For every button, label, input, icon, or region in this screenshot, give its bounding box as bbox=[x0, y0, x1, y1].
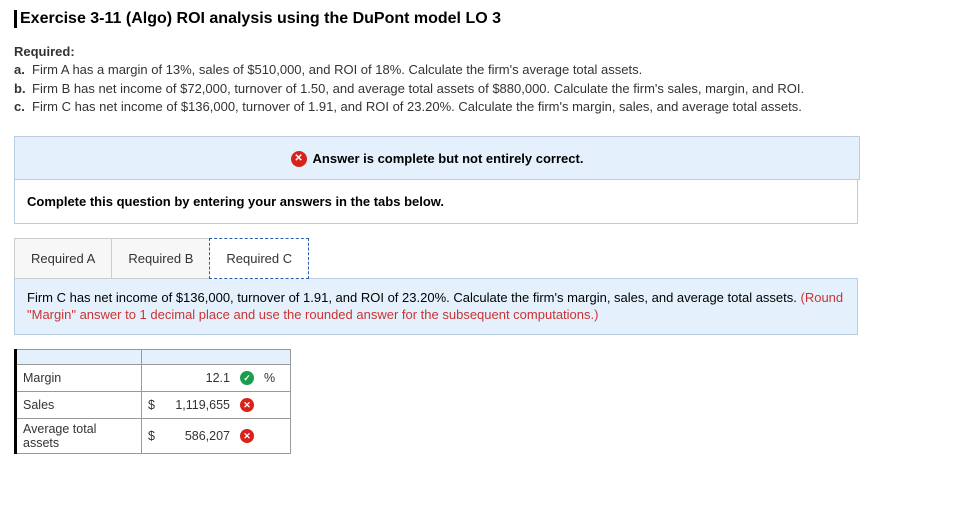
row-sales: Sales $1,119,655 ✕ bbox=[16, 391, 291, 418]
x-icon: ✕ bbox=[240, 398, 254, 412]
ata-label: Average total assets bbox=[16, 418, 142, 453]
margin-label: Margin bbox=[16, 364, 142, 391]
tab-required-b[interactable]: Required B bbox=[111, 238, 210, 279]
error-icon: ✕ bbox=[291, 151, 307, 167]
status-message: Answer is complete but not entirely corr… bbox=[313, 151, 584, 166]
x-icon: ✕ bbox=[240, 429, 254, 443]
requirement-a: a. Firm A has a margin of 13%, sales of … bbox=[14, 61, 955, 79]
requirement-text: Firm A has a margin of 13%, sales of $51… bbox=[32, 61, 955, 79]
exercise-title: Exercise 3-11 (Algo) ROI analysis using … bbox=[14, 10, 955, 28]
requirement-c: c. Firm C has net income of $136,000, tu… bbox=[14, 98, 955, 116]
requirement-text: Firm B has net income of $72,000, turnov… bbox=[32, 80, 955, 98]
tab-prompt-main: Firm C has net income of $136,000, turno… bbox=[27, 290, 801, 305]
table-header-row bbox=[16, 349, 291, 364]
requirements-list: a. Firm A has a margin of 13%, sales of … bbox=[14, 61, 955, 116]
check-icon: ✓ bbox=[240, 371, 254, 385]
requirement-b: b. Firm B has net income of $72,000, tur… bbox=[14, 80, 955, 98]
sales-label: Sales bbox=[16, 391, 142, 418]
requirement-text: Firm C has net income of $136,000, turno… bbox=[32, 98, 955, 116]
tab-required-c[interactable]: Required C bbox=[209, 238, 309, 279]
answer-table: Margin 12.1 ✓ % Sales $1,119,655 ✕ Avera… bbox=[14, 349, 291, 454]
tab-content-c: Firm C has net income of $136,000, turno… bbox=[14, 278, 858, 335]
requirement-letter: a. bbox=[14, 61, 32, 79]
requirement-letter: b. bbox=[14, 80, 32, 98]
margin-input[interactable]: 12.1 bbox=[142, 364, 237, 391]
requirement-letter: c. bbox=[14, 98, 32, 116]
row-average-total-assets: Average total assets $586,207 ✕ bbox=[16, 418, 291, 453]
sales-input[interactable]: $1,119,655 bbox=[142, 391, 237, 418]
required-heading: Required: bbox=[14, 44, 955, 59]
status-banner: ✕ Answer is complete but not entirely co… bbox=[14, 136, 860, 180]
tab-bar: Required A Required B Required C bbox=[14, 238, 955, 279]
margin-unit: % bbox=[258, 364, 291, 391]
ata-input[interactable]: $586,207 bbox=[142, 418, 237, 453]
row-margin: Margin 12.1 ✓ % bbox=[16, 364, 291, 391]
tab-required-a[interactable]: Required A bbox=[14, 238, 112, 279]
instruction-text: Complete this question by entering your … bbox=[14, 180, 858, 224]
